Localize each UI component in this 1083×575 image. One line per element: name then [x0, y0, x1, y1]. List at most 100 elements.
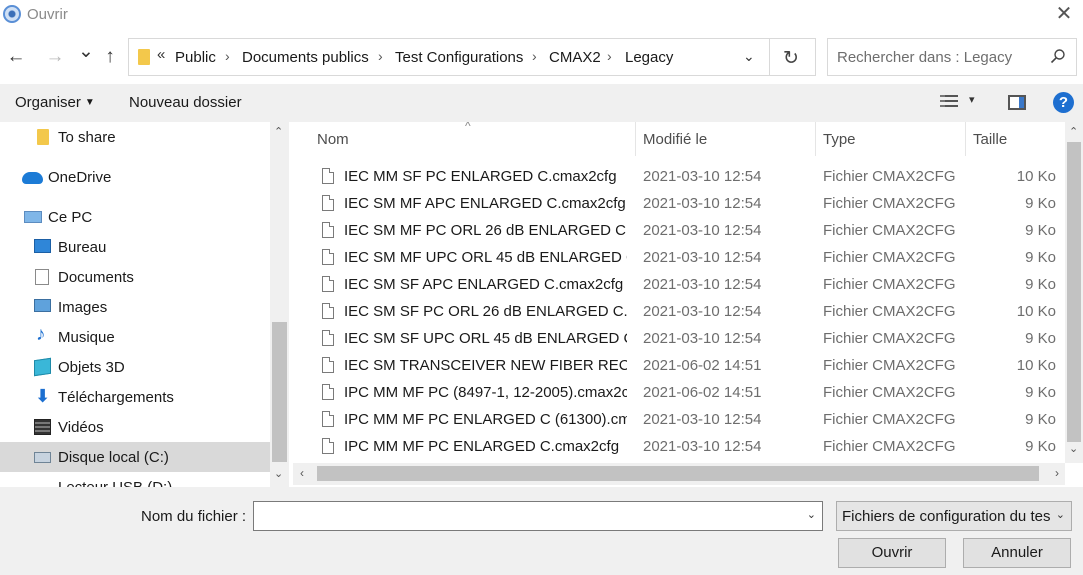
file-modified: 2021-03-10 12:54: [643, 330, 762, 347]
search-input[interactable]: Rechercher dans : Legacy: [837, 49, 1012, 66]
scrollbar-thumb[interactable]: [317, 466, 1039, 481]
file-type-filter-select[interactable]: Fichiers de configuration du tes ⌄: [836, 501, 1072, 531]
column-header-type[interactable]: Type: [816, 122, 966, 156]
file-list-vertical-scrollbar[interactable]: ⌃ ⌄: [1065, 122, 1083, 463]
sidebar-item-usb-partial[interactable]: Lecteur USB (D:): [58, 479, 172, 487]
search-box[interactable]: Rechercher dans : Legacy: [827, 38, 1077, 76]
column-header-size[interactable]: Taille: [966, 122, 1065, 156]
sidebar-item-telechargements[interactable]: ⬇ Téléchargements: [0, 382, 270, 412]
chevron-down-icon[interactable]: ⌄: [807, 508, 816, 521]
caret-down-icon: ▼: [84, 97, 95, 108]
preview-pane-icon[interactable]: [1008, 95, 1026, 110]
sidebar-item-objets-3d[interactable]: Objets 3D: [0, 352, 270, 382]
file-row[interactable]: IPC MM MF PC ENLARGED C.cmax2cfg 2021-03-…: [293, 433, 1065, 460]
documents-icon: [35, 269, 49, 285]
navigation-pane-scrollbar[interactable]: ⌃ ⌄: [270, 122, 289, 487]
help-icon[interactable]: ?: [1053, 92, 1074, 113]
file-size: 10 Ko: [1016, 168, 1056, 185]
breadcrumb-test-configurations[interactable]: Test Configurations: [395, 49, 523, 66]
file-list: ^ Nom Modifié le Type Taille IEC MM SF P…: [293, 122, 1065, 463]
file-modified: 2021-03-10 12:54: [643, 168, 762, 185]
filename-input[interactable]: [254, 502, 794, 528]
navigation-pane: To share OneDrive Ce PC Bureau Documents…: [0, 122, 289, 487]
breadcrumb-cmax2[interactable]: CMAX2: [549, 49, 601, 66]
file-row[interactable]: IPC MM MF PC ENLARGED C (61300).cma... 20…: [293, 406, 1065, 433]
objects-3d-icon: [34, 357, 51, 377]
file-icon: [322, 330, 334, 346]
address-dropdown-icon[interactable]: ⌄: [743, 48, 755, 65]
file-name: IEC SM SF UPC ORL 45 dB ENLARGED C.c...: [344, 330, 627, 347]
breadcrumb-documents-publics[interactable]: Documents publics: [242, 49, 369, 66]
refresh-button[interactable]: ↻: [770, 38, 816, 76]
scrollbar-thumb[interactable]: [272, 322, 287, 462]
search-icon[interactable]: [1050, 48, 1066, 64]
scroll-left-icon[interactable]: ‹: [300, 466, 304, 480]
breadcrumb-separator-icon[interactable]: ›: [607, 48, 612, 64]
file-row[interactable]: IEC SM SF UPC ORL 45 dB ENLARGED C.c... 2…: [293, 325, 1065, 352]
view-options-icon[interactable]: [940, 95, 958, 110]
filename-combobox[interactable]: ⌄: [253, 501, 823, 531]
cancel-button[interactable]: Annuler: [963, 538, 1071, 568]
file-row[interactable]: IEC SM MF UPC ORL 45 dB ENLARGED C.... 20…: [293, 244, 1065, 271]
downloads-icon: ⬇: [35, 386, 51, 406]
column-header-label: Taille: [973, 131, 1008, 148]
file-name: IEC SM MF APC ENLARGED C.cmax2cfg: [344, 195, 626, 212]
file-row[interactable]: IEC SM MF PC ORL 26 dB ENLARGED C.c... 20…: [293, 217, 1065, 244]
sidebar-item-documents[interactable]: Documents: [0, 262, 270, 292]
forward-arrow-icon[interactable]: →: [43, 45, 67, 69]
breadcrumb-separator-icon[interactable]: ›: [225, 48, 230, 64]
sidebar-item-bureau[interactable]: Bureau: [0, 232, 270, 262]
file-row[interactable]: IEC SM SF PC ORL 26 dB ENLARGED C.cm... 2…: [293, 298, 1065, 325]
file-list-horizontal-scrollbar[interactable]: ‹ ›: [293, 463, 1065, 485]
file-type: Fichier CMAX2CFG: [823, 195, 956, 212]
address-bar[interactable]: « Public › Documents publics › Test Conf…: [128, 38, 770, 76]
file-icon: [322, 357, 334, 373]
file-row[interactable]: IEC MM SF PC ENLARGED C.cmax2cfg 2021-03-…: [293, 163, 1065, 190]
organize-menu-button[interactable]: Organiser ▼: [15, 94, 95, 111]
file-type: Fichier CMAX2CFG: [823, 303, 956, 320]
sidebar-item-musique[interactable]: ♪ Musique: [0, 322, 270, 352]
open-button[interactable]: Ouvrir: [838, 538, 946, 568]
breadcrumb-legacy[interactable]: Legacy: [625, 49, 673, 66]
file-name: IEC SM SF PC ORL 26 dB ENLARGED C.cm...: [344, 303, 627, 320]
breadcrumb-overflow-icon[interactable]: «: [157, 46, 165, 63]
scroll-up-icon[interactable]: ⌃: [274, 125, 283, 138]
scroll-down-icon[interactable]: ⌄: [274, 467, 283, 480]
scroll-right-icon[interactable]: ›: [1055, 466, 1059, 480]
sidebar-item-videos[interactable]: Vidéos: [0, 412, 270, 442]
scroll-down-icon[interactable]: ⌄: [1069, 442, 1078, 455]
sidebar-item-label: Documents: [58, 269, 134, 286]
sidebar-item-label: Ce PC: [48, 209, 93, 226]
organize-label: Organiser: [15, 94, 81, 111]
up-arrow-icon[interactable]: ↑: [98, 45, 122, 69]
file-row[interactable]: IEC SM TRANSCEIVER NEW FIBER RECEP... 202…: [293, 352, 1065, 379]
sidebar-item-disque-local[interactable]: Disque local (C:): [0, 442, 270, 472]
breadcrumb-separator-icon[interactable]: ›: [378, 48, 383, 64]
folder-icon: [138, 49, 150, 65]
column-header-modified[interactable]: Modifié le: [636, 122, 816, 156]
breadcrumb-public[interactable]: Public: [175, 49, 216, 66]
file-icon: [322, 303, 334, 319]
close-icon[interactable]: ✕: [1051, 2, 1077, 26]
column-header-name[interactable]: Nom: [310, 122, 636, 156]
sidebar-item-to-share[interactable]: To share: [0, 122, 270, 152]
scroll-up-icon[interactable]: ⌃: [1069, 125, 1078, 138]
sidebar-item-images[interactable]: Images: [0, 292, 270, 322]
scrollbar-thumb[interactable]: [1067, 142, 1081, 442]
breadcrumb-separator-icon[interactable]: ›: [532, 48, 537, 64]
sidebar-item-onedrive[interactable]: OneDrive: [0, 162, 270, 192]
new-folder-button[interactable]: Nouveau dossier: [129, 94, 242, 111]
sidebar-item-label: Bureau: [58, 239, 107, 256]
file-row[interactable]: IEC SM MF APC ENLARGED C.cmax2cfg 2021-03…: [293, 190, 1065, 217]
pc-icon: [24, 211, 42, 223]
recent-locations-chevron-icon[interactable]: ⌄: [74, 40, 98, 64]
file-icon: [322, 276, 334, 292]
sidebar-item-ce-pc[interactable]: Ce PC: [0, 202, 270, 232]
view-options-caret-icon[interactable]: ▾: [969, 93, 975, 106]
file-type: Fichier CMAX2CFG: [823, 330, 956, 347]
file-row[interactable]: IEC SM SF APC ENLARGED C.cmax2cfg 2021-03…: [293, 271, 1065, 298]
file-name: IEC MM SF PC ENLARGED C.cmax2cfg: [344, 168, 617, 185]
file-row[interactable]: IPC MM MF PC (8497-1, 12-2005).cmax2c...…: [293, 379, 1065, 406]
file-modified: 2021-03-10 12:54: [643, 276, 762, 293]
back-arrow-icon[interactable]: ←: [4, 45, 28, 69]
